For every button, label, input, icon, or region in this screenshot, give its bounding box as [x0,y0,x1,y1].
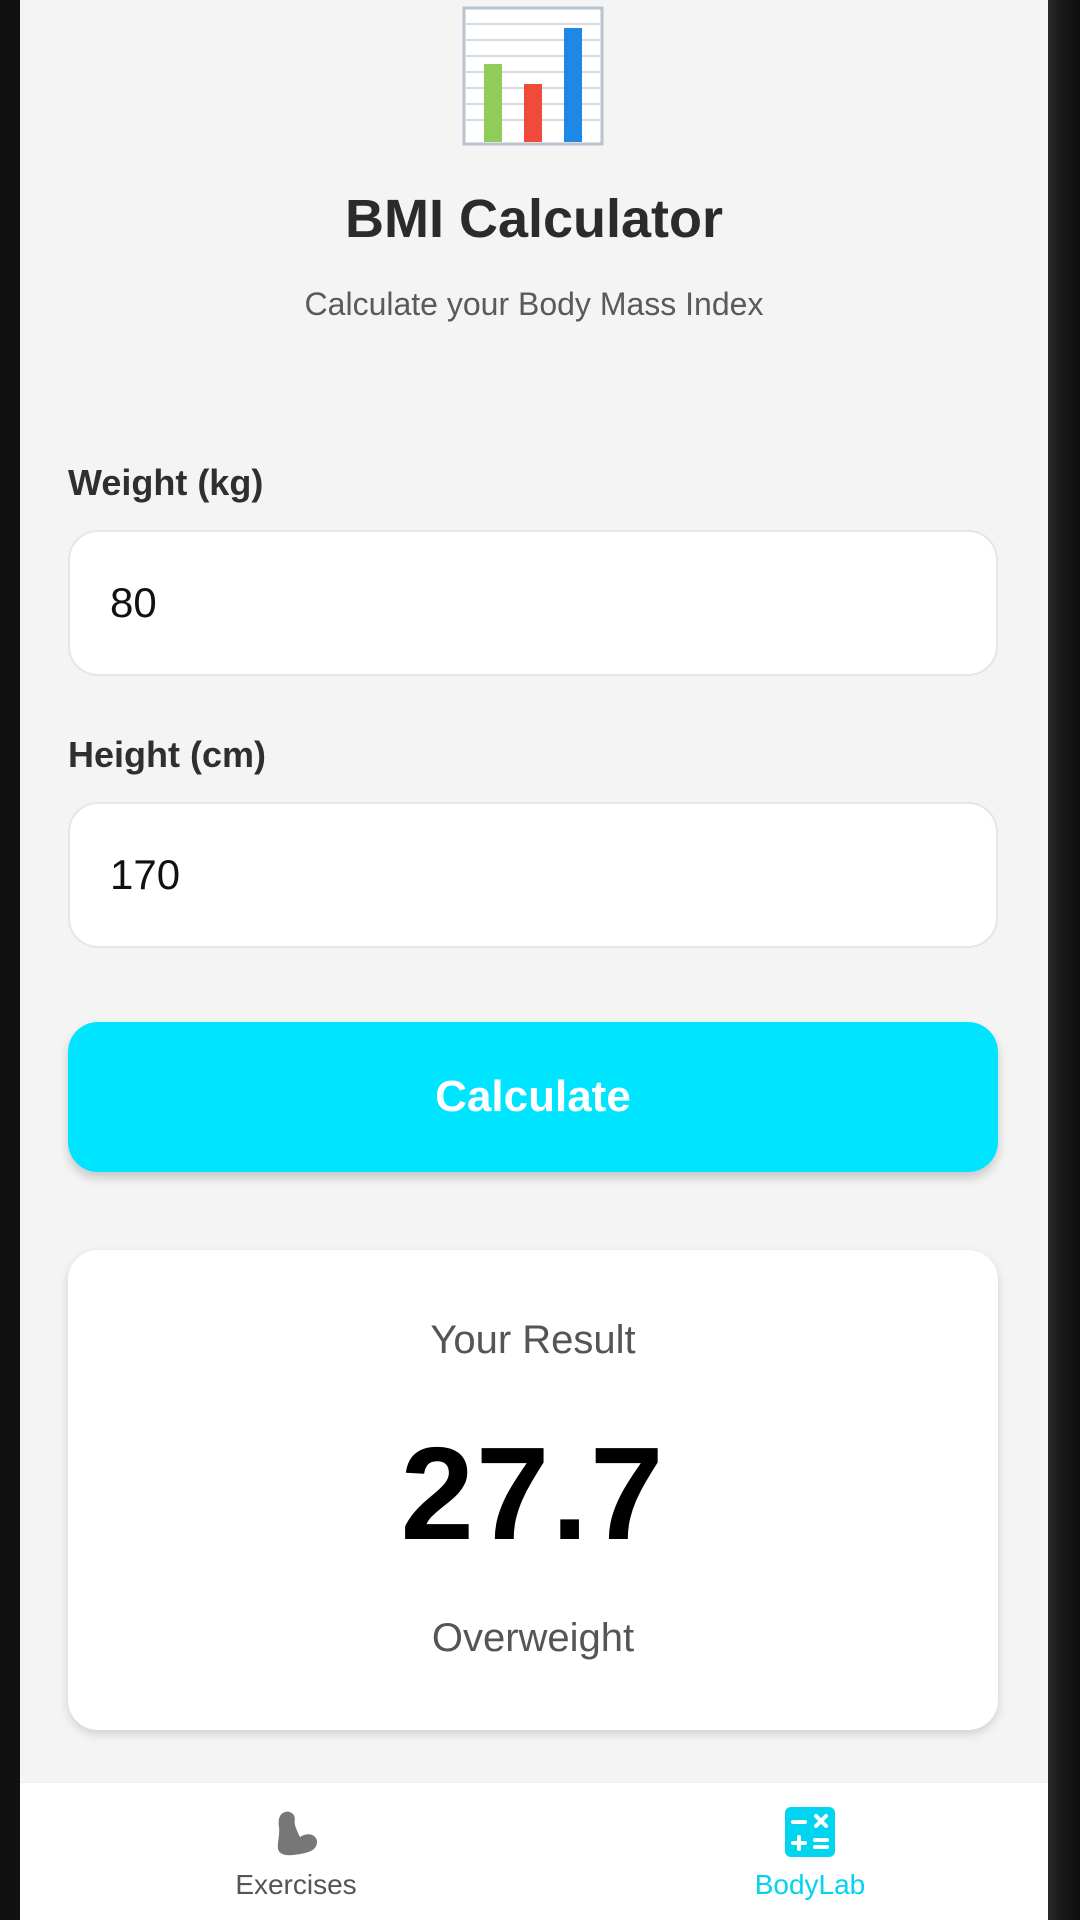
result-title: Your Result [430,1318,636,1362]
page-title: BMI Calculator [344,189,724,249]
bottom-navigation: Exercises BodyLab [20,1782,1048,1920]
weight-field[interactable] [68,530,998,676]
height-field[interactable] [68,802,998,948]
app-screen: BMI Calculator Calculate your Body Mass … [20,0,1048,1920]
weight-input[interactable] [110,579,956,627]
calculator-icon [785,1807,835,1857]
height-label: Height (cm) [68,734,266,775]
calculate-button[interactable]: Calculate [68,1022,998,1172]
flexed-biceps-icon [277,1811,317,1856]
bmi-value: 27.7 [400,1420,666,1567]
nav-label-exercises: Exercises [235,1869,357,1900]
nav-item-exercises[interactable]: Exercises [126,1783,466,1920]
nav-item-bodylab[interactable]: BodyLab [640,1783,980,1920]
result-card: Your Result 27.7 Overweight [68,1250,998,1730]
bmi-category: Overweight [431,1616,635,1660]
bar-chart-icon [462,6,604,146]
weight-label: Weight (kg) [68,462,264,503]
nav-label-bodylab: BodyLab [754,1869,866,1900]
device-frame: BMI Calculator Calculate your Body Mass … [0,0,1080,1920]
device-bezel [1048,0,1080,1920]
page-subtitle: Calculate your Body Mass Index [304,286,764,322]
height-input[interactable] [110,851,956,899]
